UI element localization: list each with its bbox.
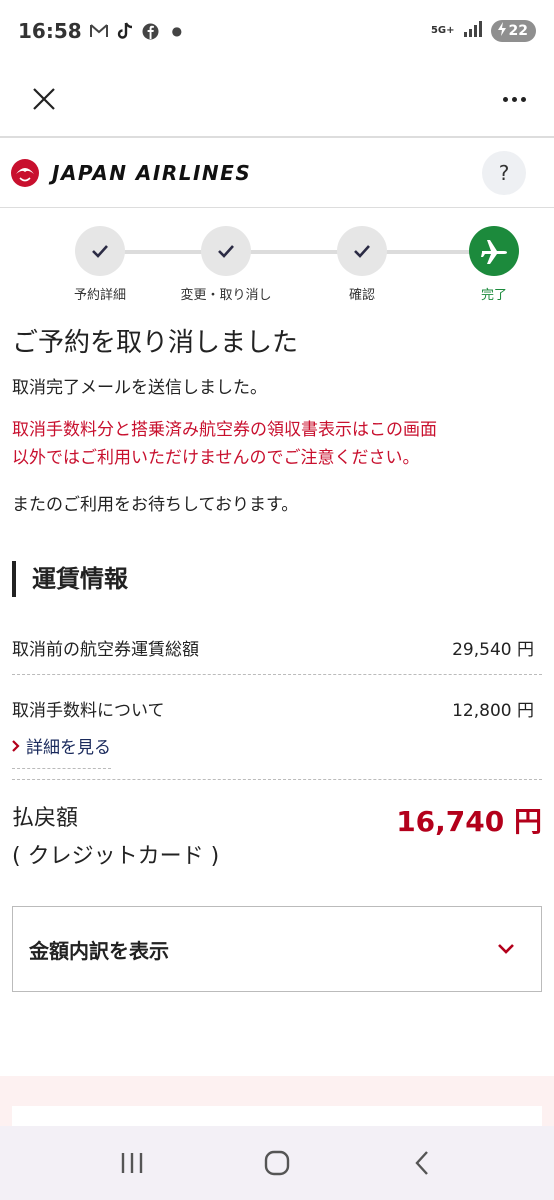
- check-icon: [218, 245, 234, 258]
- step-done-circle: [337, 226, 387, 276]
- recent-apps-button[interactable]: [112, 1143, 152, 1183]
- facebook-icon: [142, 22, 160, 40]
- email-sent-message: 取消完了メールを送信しました。: [12, 378, 267, 398]
- step-change-cancel: 変更・取り消し: [166, 226, 286, 303]
- fare-total-value: 29,540 円: [452, 640, 534, 660]
- step-label: 予約詳細: [73, 288, 126, 303]
- check-icon: [354, 245, 370, 258]
- more-dot-icon: [511, 96, 517, 102]
- fare-total-row: 取消前の航空券運賃総額 29,540 円: [12, 621, 542, 675]
- footer-card: [12, 1106, 542, 1126]
- show-breakdown-accordion[interactable]: 金額内訳を表示: [12, 906, 542, 992]
- charging-icon: [497, 22, 507, 40]
- airplane-icon: [481, 240, 507, 264]
- thanks-message: またのご利用をお待ちしております。: [12, 495, 299, 515]
- top-bar: [0, 62, 554, 138]
- status-bar: 16:58 ● 5G+ 22: [0, 0, 554, 62]
- page-title: ご予約を取り消しました: [12, 328, 299, 358]
- help-button[interactable]: ?: [482, 150, 526, 195]
- step-active-circle: [469, 226, 519, 276]
- battery-indicator: 22: [490, 20, 536, 42]
- refund-label-main: 払戻額: [12, 806, 79, 831]
- fare-total-label: 取消前の航空券運賃総額: [12, 640, 199, 660]
- step-label: 確認: [348, 288, 375, 303]
- close-button[interactable]: [28, 83, 60, 115]
- recent-apps-icon: [122, 1153, 143, 1173]
- receipt-warning: 取消手数料分と搭乗済み航空券の領収書表示はこの画面 以外ではご利用いただけません…: [12, 416, 542, 472]
- home-icon: [264, 1150, 290, 1176]
- step-reservation-details: 予約詳細: [40, 226, 160, 303]
- warning-line-1: 取消手数料分と搭乗済み航空券の領収書表示はこの画面: [12, 420, 437, 440]
- clock: 16:58: [18, 19, 82, 43]
- cancel-fee-value: 12,800 円: [452, 700, 534, 721]
- refund-amount: 16,740 円: [396, 805, 542, 838]
- progress-stepper: 予約詳細 変更・取り消し 確認 完了: [0, 208, 554, 308]
- divider: [12, 779, 542, 780]
- cancel-fee-row: 取消手数料について 12,800 円: [12, 691, 542, 725]
- step-done-circle: [75, 226, 125, 276]
- step-label: 完了: [480, 288, 507, 303]
- battery-level: 22: [508, 23, 528, 39]
- home-button[interactable]: [257, 1143, 297, 1183]
- refund-method: ( クレジットカード ): [12, 844, 220, 869]
- breakdown-label: 金額内訳を表示: [29, 938, 169, 963]
- brand-name: JAPAN AIRLINES: [52, 160, 252, 185]
- warning-line-2: 以外ではご利用いただけませんのでご注意ください。: [12, 448, 420, 468]
- status-left: 16:58 ●: [18, 19, 182, 43]
- back-button[interactable]: [402, 1143, 442, 1183]
- system-nav-bar: [0, 1126, 554, 1200]
- step-confirm: 確認: [302, 226, 422, 303]
- chevron-right-icon: [12, 739, 20, 752]
- view-details-link[interactable]: 詳細を見る: [12, 733, 111, 769]
- step-done-circle: [201, 226, 251, 276]
- network-label: 5G+: [430, 25, 455, 36]
- more-dot-icon: [520, 96, 526, 102]
- status-right: 5G+ 22: [431, 20, 536, 42]
- more-dot-icon: [502, 96, 508, 102]
- refund-label: 払戻額 ( クレジットカード ): [12, 800, 219, 876]
- jal-crane-logo-icon: [11, 158, 39, 187]
- gmail-icon: [89, 22, 108, 40]
- brand: JAPAN AIRLINES: [10, 158, 251, 188]
- view-details-label: 詳細を見る: [26, 738, 111, 758]
- check-icon: [92, 245, 108, 258]
- refund-row: 払戻額 ( クレジットカード ) 16,740 円: [12, 800, 542, 876]
- main-content: ご予約を取り消しました 取消完了メールを送信しました。 取消手数料分と搭乗済み航…: [0, 322, 554, 992]
- notification-dot-icon: ●: [171, 24, 183, 38]
- step-label: 変更・取り消し: [180, 288, 272, 303]
- chevron-down-icon: [498, 944, 514, 954]
- cancel-fee-label: 取消手数料について: [12, 700, 165, 721]
- brand-bar: JAPAN AIRLINES ?: [0, 138, 554, 208]
- more-options-button[interactable]: [498, 83, 530, 115]
- step-complete: 完了: [434, 226, 554, 303]
- signal-icon: [463, 21, 483, 41]
- back-icon: [415, 1151, 428, 1175]
- fare-info-heading: 運賃情報: [12, 561, 542, 597]
- tiktok-icon: [116, 22, 134, 40]
- close-icon: [33, 88, 55, 110]
